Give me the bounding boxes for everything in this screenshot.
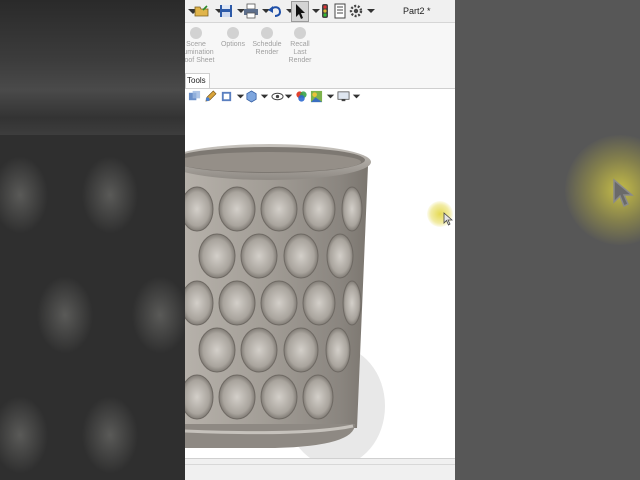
planter-model xyxy=(185,144,385,458)
background-right-blur xyxy=(455,0,640,480)
cursor-arrow-icon xyxy=(613,178,634,208)
render-tools-ribbon: Scene Illumination Proof Sheet Options S… xyxy=(185,23,455,73)
proof-sheet-icon xyxy=(190,27,202,39)
options-label: Options xyxy=(220,41,246,48)
recall-last-render-label: Recall Last Render xyxy=(288,41,312,64)
graphics-area[interactable] xyxy=(185,106,455,458)
mouse-pointer-icon xyxy=(443,212,453,226)
background-left-blur xyxy=(0,0,186,480)
open-icon[interactable] xyxy=(194,3,210,19)
options-gear-icon[interactable] xyxy=(348,3,364,19)
options-icon xyxy=(227,27,239,39)
undo-icon[interactable] xyxy=(267,3,283,19)
sketch-pencil-icon[interactable] xyxy=(204,90,217,103)
view-settings-monitor-icon[interactable] xyxy=(337,90,350,103)
background-rim xyxy=(0,0,186,135)
section-view-icon[interactable] xyxy=(220,90,233,103)
display-dropdown-icon[interactable] xyxy=(258,90,271,103)
options-dropdown-icon[interactable] xyxy=(363,3,379,19)
appearance-sphere-icon[interactable] xyxy=(295,90,308,103)
scene-icon[interactable] xyxy=(310,90,323,103)
save-icon[interactable] xyxy=(218,3,234,19)
tab-tools[interactable]: Tools xyxy=(185,73,210,88)
select-button[interactable] xyxy=(291,1,309,22)
display-style-icon[interactable] xyxy=(245,90,258,103)
background-pattern xyxy=(0,135,186,480)
status-divider xyxy=(185,464,455,465)
file-properties-icon[interactable] xyxy=(332,3,348,19)
cad-window: Part2 * Scene Illumination Proof Sheet O… xyxy=(185,0,455,480)
quick-access-toolbar: Part2 * xyxy=(185,0,455,23)
print-icon[interactable] xyxy=(243,3,259,19)
scene-dropdown-icon[interactable] xyxy=(324,90,337,103)
status-bar xyxy=(185,458,455,480)
command-manager-tabs: Tools xyxy=(185,73,455,89)
eye-dropdown-icon[interactable] xyxy=(282,90,295,103)
recall-render-icon xyxy=(294,27,306,39)
heads-up-view-toolbar xyxy=(185,88,455,106)
view-orientation-icon[interactable] xyxy=(188,90,201,103)
monitor-dropdown-icon[interactable] xyxy=(350,90,363,103)
planter-opening xyxy=(185,152,361,172)
schedule-render-icon xyxy=(261,27,273,39)
document-title: Part2 * xyxy=(403,6,431,16)
select-arrow-icon xyxy=(296,4,305,19)
traffic-light-icon[interactable] xyxy=(317,3,333,19)
recall-last-render-button[interactable]: Recall Last Render xyxy=(277,27,323,65)
